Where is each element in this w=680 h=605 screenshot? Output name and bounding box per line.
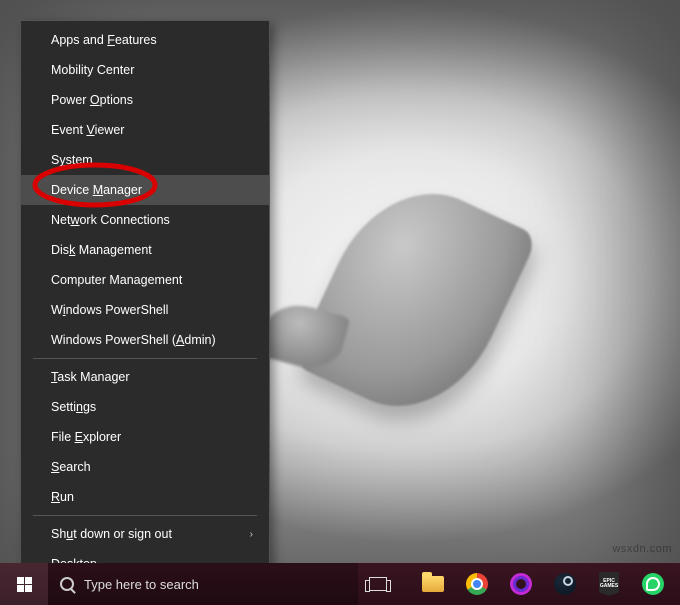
- taskbar-icon-whatsapp[interactable]: [632, 563, 674, 605]
- winx-item-label: Task Manager: [51, 370, 130, 384]
- folder-icon: [422, 576, 444, 592]
- winx-item[interactable]: Run: [21, 482, 269, 512]
- winx-item[interactable]: File Explorer: [21, 422, 269, 452]
- winx-item[interactable]: System: [21, 145, 269, 175]
- winx-item-label: System: [51, 153, 93, 167]
- winx-item-label: Computer Management: [51, 273, 182, 287]
- winx-item[interactable]: Mobility Center: [21, 55, 269, 85]
- epic-icon: EPIC GAMES: [599, 572, 619, 596]
- winx-item-label: Windows PowerShell (Admin): [51, 333, 216, 347]
- menu-separator: [33, 358, 257, 359]
- taskbar-icon-chrome[interactable]: [456, 563, 498, 605]
- winx-item[interactable]: Task Manager: [21, 362, 269, 392]
- winx-item-label: Shut down or sign out: [51, 527, 172, 541]
- taskbar-search[interactable]: Type here to search: [48, 563, 358, 605]
- taskbar-icon-steam[interactable]: [544, 563, 586, 605]
- winx-item[interactable]: Power Options: [21, 85, 269, 115]
- taskbar-icon-epic[interactable]: EPIC GAMES: [588, 563, 630, 605]
- winx-item-label: Search: [51, 460, 91, 474]
- winx-item-label: Event Viewer: [51, 123, 124, 137]
- menu-separator: [33, 515, 257, 516]
- winx-item[interactable]: Settings: [21, 392, 269, 422]
- winx-item[interactable]: Device Manager: [21, 175, 269, 205]
- whatsapp-icon: [642, 573, 664, 595]
- chrome-icon: [466, 573, 488, 595]
- winx-item[interactable]: Event Viewer: [21, 115, 269, 145]
- winx-item-label: Windows PowerShell: [51, 303, 168, 317]
- winx-item-label: Power Options: [51, 93, 133, 107]
- opera-icon: [510, 573, 532, 595]
- winx-item[interactable]: Shut down or sign out ›: [21, 519, 269, 549]
- taskbar: Type here to search EPIC GAMES: [0, 563, 680, 605]
- task-view-icon: [369, 577, 387, 591]
- winx-item-label: Device Manager: [51, 183, 142, 197]
- search-icon: [60, 577, 74, 591]
- task-view-button[interactable]: [358, 563, 398, 605]
- winx-item[interactable]: Apps and Features: [21, 25, 269, 55]
- winx-item[interactable]: Windows PowerShell: [21, 295, 269, 325]
- winx-item-label: Disk Management: [51, 243, 152, 257]
- winx-context-menu: Apps and Features Mobility Center Power Op…: [20, 20, 270, 586]
- winx-item-label: Apps and Features: [51, 33, 157, 47]
- winx-item[interactable]: Computer Management: [21, 265, 269, 295]
- winx-item-label: Settings: [51, 400, 96, 414]
- winx-item-label: File Explorer: [51, 430, 121, 444]
- taskbar-icon-opera[interactable]: [500, 563, 542, 605]
- winx-item[interactable]: Network Connections: [21, 205, 269, 235]
- windows-logo-icon: [17, 577, 32, 592]
- chevron-right-icon: ›: [250, 529, 253, 540]
- steam-icon: [554, 573, 576, 595]
- winx-item[interactable]: Search: [21, 452, 269, 482]
- winx-item[interactable]: Windows PowerShell (Admin): [21, 325, 269, 355]
- watermark-text: wsxdn.com: [612, 543, 672, 555]
- winx-item-label: Run: [51, 490, 74, 504]
- taskbar-icon-filemanager[interactable]: [412, 563, 454, 605]
- winx-item-label: Network Connections: [51, 213, 170, 227]
- winx-item-label: Mobility Center: [51, 63, 134, 77]
- start-button[interactable]: [0, 563, 48, 605]
- winx-item[interactable]: Disk Management: [21, 235, 269, 265]
- search-placeholder: Type here to search: [84, 577, 199, 592]
- taskbar-pinned-apps: EPIC GAMES: [412, 563, 680, 605]
